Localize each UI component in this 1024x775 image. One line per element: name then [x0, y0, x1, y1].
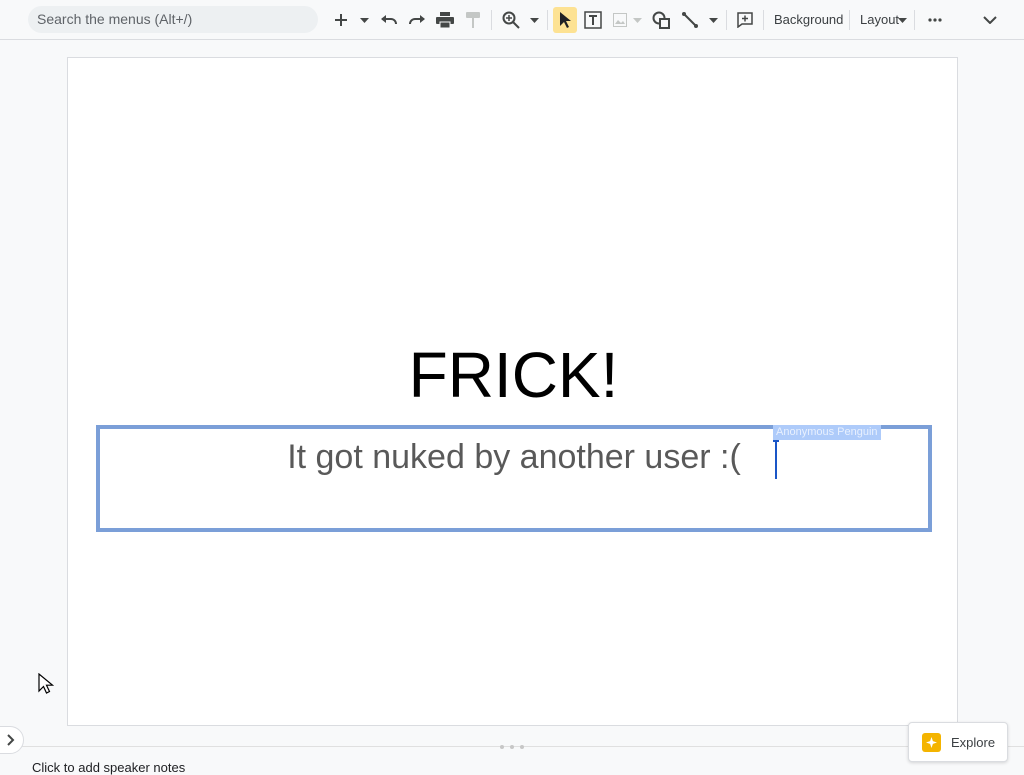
selected-text-box[interactable]: It got nuked by another user :( Anonymou… [96, 425, 932, 532]
layout-button[interactable]: Layout [860, 7, 899, 33]
toolbar-divider [726, 10, 727, 30]
comment-icon[interactable] [734, 7, 756, 33]
line-icon[interactable] [679, 7, 701, 33]
chevron-right-icon [7, 734, 15, 746]
zoom-icon[interactable] [500, 7, 522, 33]
collaborator-cursor [775, 441, 777, 479]
toolbar-divider [491, 10, 492, 30]
layout-dropdown-icon[interactable] [896, 7, 908, 33]
notes-resize-handle[interactable] [500, 745, 524, 749]
explore-label: Explore [951, 734, 996, 750]
layout-label: Layout [860, 12, 900, 27]
new-slide-icon[interactable] [330, 7, 352, 33]
toolbar-divider [914, 10, 915, 30]
print-icon[interactable] [434, 7, 456, 33]
redo-icon[interactable] [406, 7, 428, 33]
image-icon[interactable] [610, 7, 630, 33]
slide-subtitle[interactable]: It got nuked by another user :( [100, 437, 928, 477]
image-dropdown-icon[interactable] [631, 7, 643, 33]
explore-button[interactable]: Explore [908, 722, 1008, 762]
zoom-dropdown-icon[interactable] [528, 7, 540, 33]
slide[interactable]: FRICK! It got nuked by another user :( A… [67, 57, 958, 726]
shape-icon[interactable] [650, 7, 672, 33]
collapse-icon[interactable] [979, 7, 1001, 33]
explore-icon [922, 732, 941, 752]
new-slide-dropdown-icon[interactable] [358, 7, 370, 33]
mouse-pointer-icon [38, 673, 54, 694]
undo-icon[interactable] [378, 7, 400, 33]
toolbar-divider [547, 10, 548, 30]
text-box-icon[interactable] [582, 7, 604, 33]
toolbar-divider [849, 10, 850, 30]
line-dropdown-icon[interactable] [707, 7, 719, 33]
slide-title[interactable]: FRICK! [68, 338, 959, 412]
toolbar: Search the menus (Alt+/) Background Layo… [0, 0, 1024, 40]
select-icon[interactable] [553, 7, 577, 33]
background-button[interactable]: Background [774, 7, 843, 33]
search-menus-input[interactable]: Search the menus (Alt+/) [28, 6, 318, 33]
toolbar-divider [763, 10, 764, 30]
paint-format-icon[interactable] [462, 7, 484, 33]
more-icon[interactable] [924, 7, 946, 33]
collaborator-name-flag: Anonymous Penguin [773, 425, 881, 440]
